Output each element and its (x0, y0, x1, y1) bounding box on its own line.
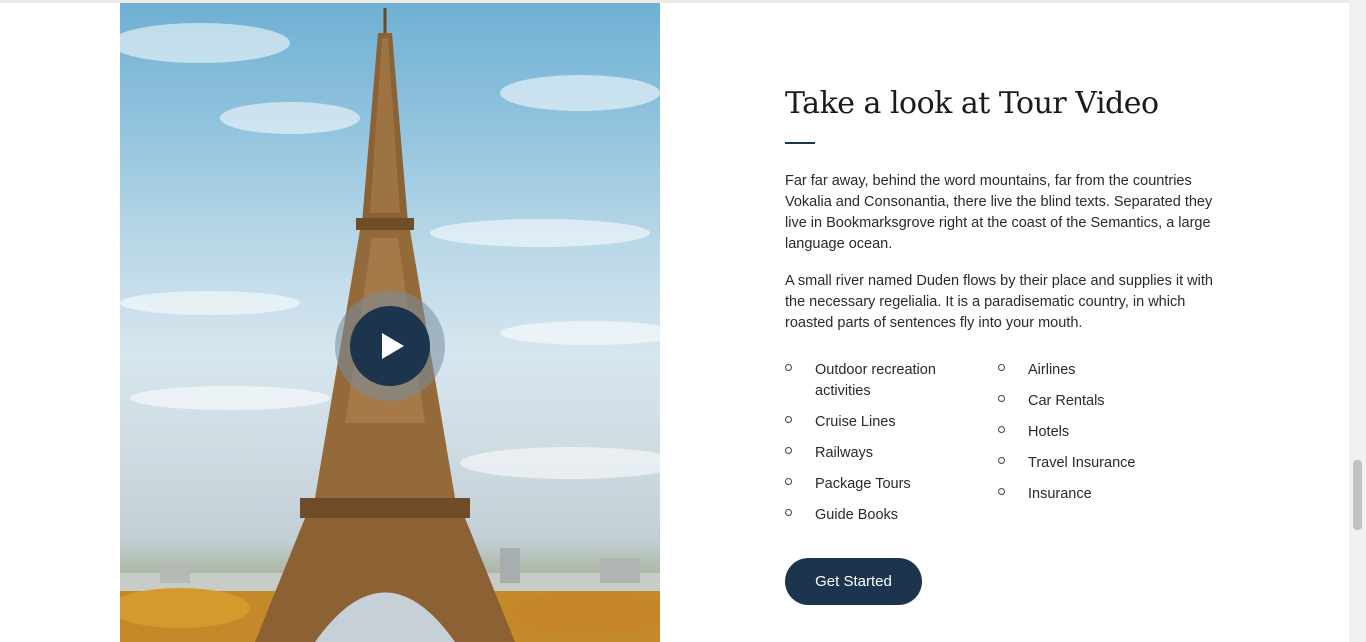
services-lists: Outdoor recreation activities Cruise Lin… (785, 360, 1235, 540)
services-list-left: Outdoor recreation activities Cruise Lin… (785, 360, 960, 536)
play-icon (382, 333, 404, 359)
bullet-icon (998, 488, 1005, 495)
list-item: Car Rentals (998, 391, 1198, 412)
intro-paragraph: Far far away, behind the word mountains,… (785, 173, 1213, 252)
play-button[interactable] (350, 306, 430, 386)
tour-video-content: Take a look at Tour Video Far far away, … (785, 84, 1235, 540)
list-item: Travel Insurance (998, 453, 1198, 474)
list-item: Airlines (998, 360, 1198, 381)
bullet-icon (785, 416, 792, 423)
scrollbar-thumb[interactable] (1353, 460, 1362, 530)
detail-paragraph: A small river named Duden flows by their… (785, 273, 1213, 331)
bullet-icon (998, 364, 1005, 371)
bullet-icon (785, 509, 792, 516)
bullet-icon (998, 426, 1005, 433)
list-item: Guide Books (785, 505, 960, 526)
list-item: Railways (785, 443, 960, 464)
list-item: Outdoor recreation activities (785, 360, 960, 402)
title-divider (785, 142, 815, 144)
list-item: Hotels (998, 422, 1198, 443)
bullet-icon (785, 478, 792, 485)
section-title: Take a look at Tour Video (785, 86, 1159, 121)
services-list-right: Airlines Car Rentals Hotels Travel Insur… (998, 360, 1198, 515)
bullet-icon (998, 395, 1005, 402)
page-scrollbar[interactable] (1349, 0, 1366, 642)
list-item: Insurance (998, 484, 1198, 505)
list-item: Package Tours (785, 474, 960, 495)
get-started-button[interactable]: Get Started (785, 558, 922, 605)
bullet-icon (998, 457, 1005, 464)
bullet-icon (785, 447, 792, 454)
tour-video-thumbnail[interactable] (120, 3, 660, 642)
list-item: Cruise Lines (785, 412, 960, 433)
bullet-icon (785, 364, 792, 371)
